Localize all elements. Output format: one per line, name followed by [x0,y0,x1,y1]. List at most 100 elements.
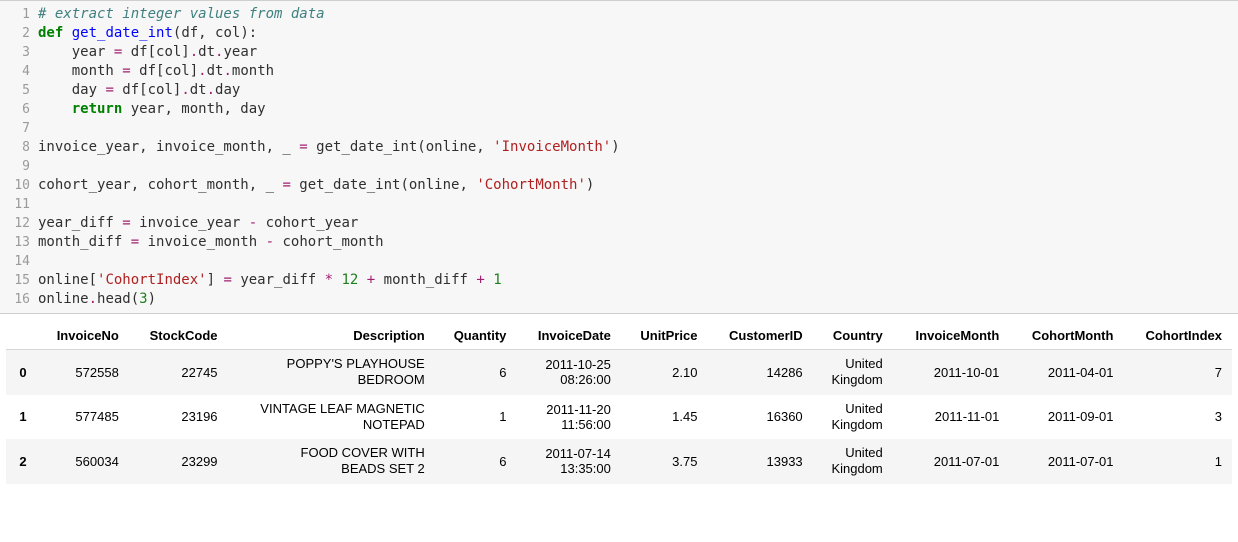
code-content[interactable] [38,195,1238,214]
line-number: 7 [0,119,38,138]
code-line[interactable]: 7 [0,119,1238,138]
line-number: 5 [0,81,38,100]
line-number: 9 [0,157,38,176]
row-index: 0 [6,350,37,395]
code-content[interactable]: online['CohortIndex'] = year_diff * 12 +… [38,271,1238,290]
table-row: 157748523196VINTAGE LEAF MAGNETICNOTEPAD… [6,395,1232,440]
cell: 6 [435,350,517,395]
cell: 2.10 [621,350,708,395]
cell: UnitedKingdom [813,439,893,484]
code-content[interactable]: day = df[col].dt.day [38,81,1238,100]
code-content[interactable]: year = df[col].dt.year [38,43,1238,62]
line-number: 3 [0,43,38,62]
column-header: UnitPrice [621,322,708,350]
cell: 560034 [37,439,129,484]
code-content[interactable]: invoice_year, invoice_month, _ = get_dat… [38,138,1238,157]
cell: UnitedKingdom [813,350,893,395]
code-content[interactable] [38,119,1238,138]
index-corner [6,322,37,350]
cell: 16360 [707,395,812,440]
code-line[interactable]: 12year_diff = invoice_year - cohort_year [0,214,1238,233]
code-content[interactable]: online.head(3) [38,290,1238,309]
cell: 3.75 [621,439,708,484]
cell: 6 [435,439,517,484]
row-index: 2 [6,439,37,484]
code-content[interactable]: def get_date_int(df, col): [38,24,1238,43]
cell: 22745 [129,350,228,395]
code-line[interactable]: 16online.head(3) [0,290,1238,309]
cell: 2011-07-1413:35:00 [516,439,620,484]
code-line[interactable]: 11 [0,195,1238,214]
line-number: 15 [0,271,38,290]
code-line[interactable]: 3 year = df[col].dt.year [0,43,1238,62]
code-line[interactable]: 6 return year, month, day [0,100,1238,119]
column-header: CustomerID [707,322,812,350]
line-number: 10 [0,176,38,195]
code-line[interactable]: 5 day = df[col].dt.day [0,81,1238,100]
cell: 2011-11-01 [893,395,1010,440]
code-content[interactable]: cohort_year, cohort_month, _ = get_date_… [38,176,1238,195]
code-line[interactable]: 15online['CohortIndex'] = year_diff * 12… [0,271,1238,290]
dataframe-body: 057255822745POPPY'S PLAYHOUSEBEDROOM6201… [6,350,1232,484]
line-number: 4 [0,62,38,81]
line-number: 6 [0,100,38,119]
cell: 1 [435,395,517,440]
cell: 1 [1123,439,1232,484]
line-number: 8 [0,138,38,157]
column-header: StockCode [129,322,228,350]
code-line[interactable]: 10cohort_year, cohort_month, _ = get_dat… [0,176,1238,195]
code-content[interactable] [38,252,1238,271]
cell: FOOD COVER WITHBEADS SET 2 [228,439,435,484]
table-row: 057255822745POPPY'S PLAYHOUSEBEDROOM6201… [6,350,1232,395]
code-content[interactable]: month_diff = invoice_month - cohort_mont… [38,233,1238,252]
code-content[interactable]: return year, month, day [38,100,1238,119]
code-line[interactable]: 4 month = df[col].dt.month [0,62,1238,81]
cell: 23196 [129,395,228,440]
cell: 7 [1123,350,1232,395]
code-line[interactable]: 1# extract integer values from data [0,5,1238,24]
cell: VINTAGE LEAF MAGNETICNOTEPAD [228,395,435,440]
output-cell: InvoiceNoStockCodeDescriptionQuantityInv… [0,314,1238,492]
column-header: CohortMonth [1009,322,1123,350]
code-content[interactable]: year_diff = invoice_year - cohort_year [38,214,1238,233]
cell: 2011-10-2508:26:00 [516,350,620,395]
cell: 2011-07-01 [893,439,1010,484]
dataframe-table: InvoiceNoStockCodeDescriptionQuantityInv… [6,322,1232,484]
line-number: 1 [0,5,38,24]
code-content[interactable]: # extract integer values from data [38,5,1238,24]
cell: 3 [1123,395,1232,440]
column-header: InvoiceDate [516,322,620,350]
cell: 2011-11-2011:56:00 [516,395,620,440]
cell: 23299 [129,439,228,484]
code-line[interactable]: 8invoice_year, invoice_month, _ = get_da… [0,138,1238,157]
cell: 572558 [37,350,129,395]
row-index: 1 [6,395,37,440]
code-line[interactable]: 14 [0,252,1238,271]
line-number: 11 [0,195,38,214]
cell: 577485 [37,395,129,440]
code-line[interactable]: 9 [0,157,1238,176]
cell: 14286 [707,350,812,395]
line-number: 14 [0,252,38,271]
column-header: CohortIndex [1123,322,1232,350]
line-number: 12 [0,214,38,233]
column-header: InvoiceMonth [893,322,1010,350]
line-number: 13 [0,233,38,252]
code-content[interactable]: month = df[col].dt.month [38,62,1238,81]
table-row: 256003423299FOOD COVER WITHBEADS SET 262… [6,439,1232,484]
line-number: 2 [0,24,38,43]
cell: 2011-09-01 [1009,395,1123,440]
cell: 2011-04-01 [1009,350,1123,395]
code-line[interactable]: 2def get_date_int(df, col): [0,24,1238,43]
cell: 2011-10-01 [893,350,1010,395]
code-line[interactable]: 13month_diff = invoice_month - cohort_mo… [0,233,1238,252]
cell: 13933 [707,439,812,484]
code-cell[interactable]: 1# extract integer values from data2def … [0,0,1238,314]
cell: UnitedKingdom [813,395,893,440]
cell: 2011-07-01 [1009,439,1123,484]
column-header: InvoiceNo [37,322,129,350]
column-header: Description [228,322,435,350]
code-content[interactable] [38,157,1238,176]
cell: 1.45 [621,395,708,440]
column-header: Country [813,322,893,350]
